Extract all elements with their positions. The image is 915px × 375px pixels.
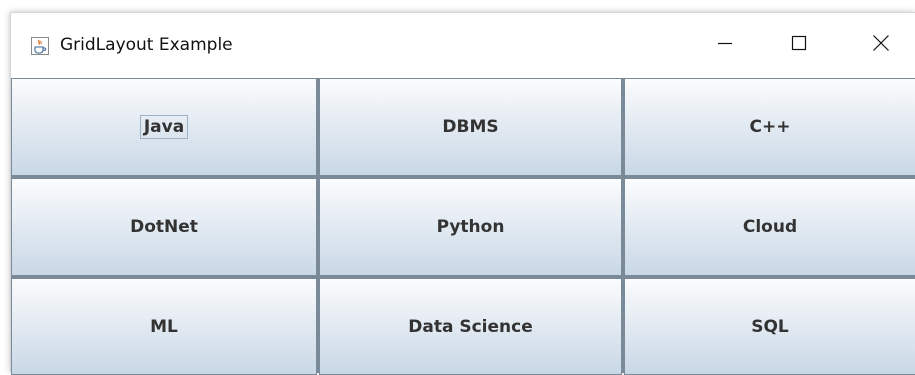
cloud-button[interactable]: Cloud <box>624 178 915 276</box>
sql-button[interactable]: SQL <box>624 278 915 375</box>
data-science-button-label: Data Science <box>408 316 533 337</box>
minimize-icon <box>717 35 733 56</box>
java-cup-icon[interactable] <box>31 37 49 55</box>
python-button[interactable]: Python <box>319 178 622 276</box>
button-grid: Java DBMS C++ DotNet Python Cloud ML Dat… <box>11 78 915 375</box>
dotnet-button-label: DotNet <box>130 217 198 237</box>
app-window: GridLayout Example Java DBMS C++ DotNet … <box>10 12 915 375</box>
minimize-button[interactable] <box>689 13 761 78</box>
maximize-icon <box>791 35 807 56</box>
maximize-button[interactable] <box>763 13 835 78</box>
java-button-label: Java <box>139 115 189 139</box>
dotnet-button[interactable]: DotNet <box>11 178 317 276</box>
window-title: GridLayout Example <box>60 35 233 55</box>
cpp-button-label: C++ <box>749 117 791 137</box>
title-bar[interactable]: GridLayout Example <box>11 13 915 78</box>
sql-button-label: SQL <box>751 316 789 337</box>
close-icon <box>872 34 890 57</box>
cpp-button[interactable]: C++ <box>624 78 915 176</box>
ml-button-label: ML <box>150 316 178 337</box>
close-button[interactable] <box>845 13 915 78</box>
dbms-button-label: DBMS <box>442 117 499 137</box>
ml-button[interactable]: ML <box>11 278 317 375</box>
python-button-label: Python <box>436 217 505 237</box>
dbms-button[interactable]: DBMS <box>319 78 622 176</box>
data-science-button[interactable]: Data Science <box>319 278 622 375</box>
cloud-button-label: Cloud <box>742 217 798 237</box>
java-button[interactable]: Java <box>11 78 317 176</box>
